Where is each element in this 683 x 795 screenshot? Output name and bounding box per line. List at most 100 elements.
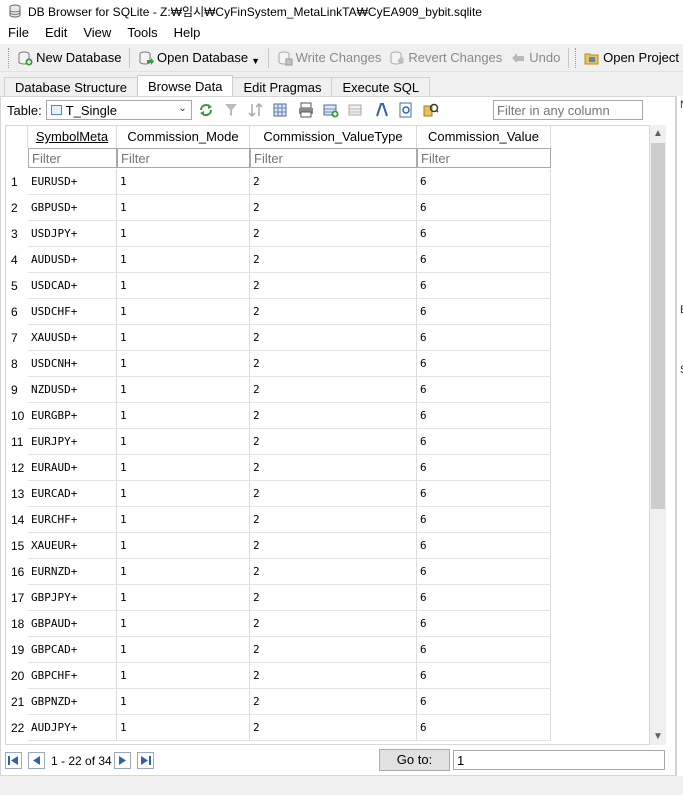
column-filter-input[interactable] — [417, 148, 551, 168]
row-number[interactable]: 1 — [6, 169, 28, 195]
filter-any-column-input[interactable] — [493, 100, 643, 120]
table-cell[interactable]: 1 — [117, 689, 250, 715]
table-cell[interactable]: 2 — [250, 247, 417, 273]
scroll-down-icon[interactable]: ▼ — [650, 728, 666, 745]
next-page-icon[interactable] — [113, 752, 131, 769]
table-cell[interactable]: EURUSD+ — [28, 169, 117, 195]
scrollbar-thumb[interactable] — [651, 143, 665, 509]
refresh-icon[interactable] — [198, 102, 214, 118]
table-cell[interactable]: 6 — [417, 611, 551, 637]
undo-button[interactable]: Undo — [506, 46, 564, 70]
table-cell[interactable]: 2 — [250, 533, 417, 559]
table-cell[interactable]: 2 — [250, 507, 417, 533]
table-cell[interactable]: 6 — [417, 273, 551, 299]
table-cell[interactable]: 1 — [117, 273, 250, 299]
row-number[interactable]: 8 — [6, 351, 28, 377]
table-cell[interactable]: 6 — [417, 689, 551, 715]
clear-filters-icon[interactable] — [223, 102, 239, 118]
table-cell[interactable]: 2 — [250, 611, 417, 637]
table-cell[interactable]: 6 — [417, 455, 551, 481]
column-filter-input[interactable] — [28, 148, 117, 168]
toolbar-grip[interactable] — [8, 47, 10, 68]
table-cell[interactable]: USDCHF+ — [28, 299, 117, 325]
table-cell[interactable]: 6 — [417, 169, 551, 195]
menu-tools[interactable]: Tools — [119, 22, 165, 44]
column-header[interactable]: Commission_Value — [417, 126, 551, 148]
row-number[interactable]: 20 — [6, 663, 28, 689]
table-cell[interactable]: 1 — [117, 351, 250, 377]
new-database-button[interactable]: New Database — [13, 46, 125, 70]
table-cell[interactable]: NZDUSD+ — [28, 377, 117, 403]
table-cell[interactable]: 2 — [250, 195, 417, 221]
table-cell[interactable]: GBPJPY+ — [28, 585, 117, 611]
table-cell[interactable]: 2 — [250, 715, 417, 741]
table-cell[interactable]: GBPCAD+ — [28, 637, 117, 663]
table-cell[interactable]: 6 — [417, 299, 551, 325]
table-cell[interactable]: 6 — [417, 715, 551, 741]
column-header[interactable]: Commission_ValueType — [250, 126, 417, 148]
table-cell[interactable]: 2 — [250, 429, 417, 455]
row-number[interactable]: 14 — [6, 507, 28, 533]
table-cell[interactable]: 1 — [117, 533, 250, 559]
row-number[interactable]: 13 — [6, 481, 28, 507]
table-cell[interactable]: EURCHF+ — [28, 507, 117, 533]
table-cell[interactable]: 2 — [250, 637, 417, 663]
table-cell[interactable]: 6 — [417, 507, 551, 533]
print-icon[interactable] — [298, 102, 314, 118]
table-cell[interactable]: 2 — [250, 299, 417, 325]
table-cell[interactable]: 2 — [250, 481, 417, 507]
column-header[interactable]: SymbolMeta — [28, 126, 117, 148]
row-number[interactable]: 9 — [6, 377, 28, 403]
row-number[interactable]: 19 — [6, 637, 28, 663]
menu-file[interactable]: File — [0, 22, 37, 44]
table-cell[interactable]: EURGBP+ — [28, 403, 117, 429]
open-database-button[interactable]: Open Database ▼ — [134, 46, 264, 70]
open-project-button[interactable]: Open Project — [580, 46, 683, 70]
row-number[interactable]: 16 — [6, 559, 28, 585]
go-to-input[interactable] — [453, 750, 665, 770]
table-cell[interactable]: 1 — [117, 455, 250, 481]
row-number[interactable]: 18 — [6, 611, 28, 637]
column-header[interactable]: Commission_Mode — [117, 126, 250, 148]
table-cell[interactable]: 6 — [417, 481, 551, 507]
table-cell[interactable]: 2 — [250, 169, 417, 195]
row-number[interactable]: 2 — [6, 195, 28, 221]
table-cell[interactable]: 1 — [117, 507, 250, 533]
table-cell[interactable]: 6 — [417, 429, 551, 455]
first-page-icon[interactable] — [5, 752, 22, 769]
column-filter-input[interactable] — [250, 148, 417, 168]
table-cell[interactable]: 6 — [417, 221, 551, 247]
row-number[interactable]: 12 — [6, 455, 28, 481]
table-cell[interactable]: 2 — [250, 273, 417, 299]
table-cell[interactable]: 6 — [417, 247, 551, 273]
menu-help[interactable]: Help — [166, 22, 209, 44]
tab-browse-data[interactable]: Browse Data — [137, 75, 234, 97]
table-cell[interactable]: 1 — [117, 169, 250, 195]
table-cell[interactable]: 1 — [117, 299, 250, 325]
table-cell[interactable]: 1 — [117, 715, 250, 741]
table-cell[interactable]: 6 — [417, 377, 551, 403]
row-number[interactable]: 3 — [6, 221, 28, 247]
table-cell[interactable]: AUDJPY+ — [28, 715, 117, 741]
row-number[interactable]: 7 — [6, 325, 28, 351]
table-cell[interactable]: 1 — [117, 559, 250, 585]
table-cell[interactable]: 6 — [417, 663, 551, 689]
table-cell[interactable]: 1 — [117, 247, 250, 273]
chevron-down-icon[interactable]: ▼ — [251, 56, 260, 66]
table-cell[interactable]: 6 — [417, 559, 551, 585]
table-cell[interactable]: 1 — [117, 611, 250, 637]
save-table-icon[interactable] — [273, 102, 289, 118]
table-cell[interactable]: 2 — [250, 585, 417, 611]
table-cell[interactable]: 2 — [250, 663, 417, 689]
menu-edit[interactable]: Edit — [37, 22, 75, 44]
column-filter-input[interactable] — [117, 148, 250, 168]
table-cell[interactable]: EURAUD+ — [28, 455, 117, 481]
table-cell[interactable]: EURJPY+ — [28, 429, 117, 455]
toolbar-grip[interactable] — [574, 47, 577, 68]
find-replace-icon[interactable] — [423, 102, 439, 118]
previous-page-icon[interactable] — [28, 752, 45, 769]
row-number[interactable]: 22 — [6, 715, 28, 741]
table-cell[interactable]: GBPAUD+ — [28, 611, 117, 637]
row-number[interactable]: 6 — [6, 299, 28, 325]
table-cell[interactable]: XAUEUR+ — [28, 533, 117, 559]
